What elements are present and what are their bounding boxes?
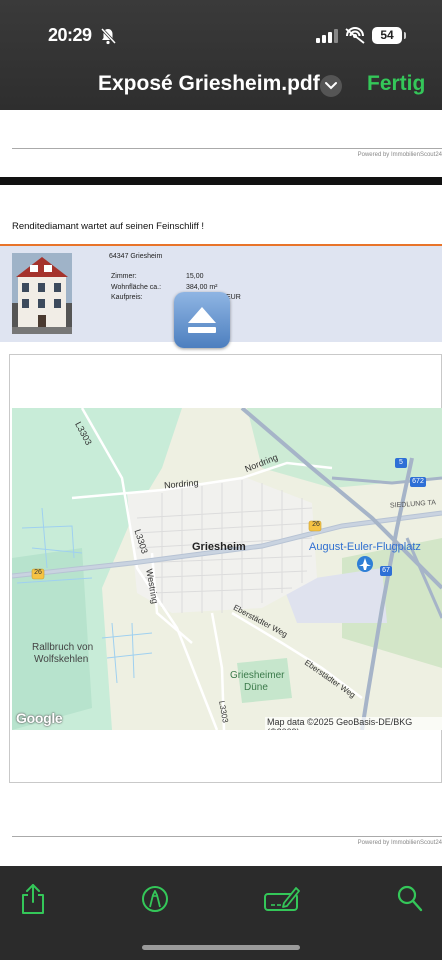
search-icon[interactable] bbox=[397, 885, 423, 913]
map-road-26-west: 26 bbox=[34, 569, 42, 576]
eject-icon bbox=[188, 307, 216, 333]
bell-slash-icon bbox=[100, 27, 116, 45]
map-road-672: 672 bbox=[412, 478, 424, 485]
page-footer-line bbox=[12, 836, 442, 837]
price-label: Kaufpreis: bbox=[111, 294, 143, 301]
chevron-down-icon bbox=[325, 82, 337, 90]
markup-icon[interactable] bbox=[141, 885, 169, 913]
cellular-signal-icon bbox=[316, 29, 338, 43]
listing-address: 64347 Griesheim bbox=[109, 253, 163, 260]
personal-hotspot-icon bbox=[345, 27, 365, 44]
map-label-rallbruch-line1: Rallbruch von bbox=[32, 642, 94, 653]
top-bar: 20:29 54 Exposé Griesheim.pdf Fertig bbox=[0, 0, 442, 110]
page-separator bbox=[0, 177, 442, 185]
map-road-5: 5 bbox=[399, 459, 403, 466]
map-label-dune-line1: Griesheimer bbox=[230, 670, 285, 681]
map-label-rallbruch-line2: Wolfskehlen bbox=[34, 654, 89, 665]
page-footer-line bbox=[12, 148, 442, 149]
map-label-airport: August-Euler-Flugplatz bbox=[309, 541, 421, 553]
map-label-dune-line2: Düne bbox=[244, 682, 268, 693]
living-area-value: 384,00 m² bbox=[186, 284, 218, 291]
powered-by-text: Powered by ImmobilienScout24 bbox=[357, 152, 442, 158]
living-area-label: Wohnfläche ca.: bbox=[111, 284, 162, 291]
map-road-67: 67 bbox=[382, 567, 390, 574]
map-road-26-east: 26 bbox=[312, 521, 320, 528]
map-graphic bbox=[12, 408, 442, 730]
location-map[interactable]: L3303 Nordring Nordring L3303 Westring G… bbox=[12, 408, 442, 730]
rooms-value: 15,00 bbox=[186, 273, 204, 280]
title-menu-button[interactable] bbox=[320, 75, 342, 97]
document-title[interactable]: Exposé Griesheim.pdf bbox=[98, 72, 320, 96]
house-photo bbox=[12, 253, 72, 334]
map-label-griesheim: Griesheim bbox=[192, 541, 246, 553]
map-credit: Map data ©2025 GeoBasis-DE/BKG (©2009) bbox=[265, 717, 442, 730]
share-icon[interactable] bbox=[19, 883, 47, 915]
google-logo: Google bbox=[16, 710, 63, 726]
rooms-label: Zimmer: bbox=[111, 273, 137, 280]
powered-by-text: Powered by ImmobilienScout24 bbox=[357, 840, 442, 846]
home-indicator[interactable] bbox=[142, 945, 300, 950]
done-button[interactable]: Fertig bbox=[367, 72, 425, 96]
battery-indicator: 54 bbox=[372, 27, 406, 44]
listing-title: Renditediamant wartet auf seinen Feinsch… bbox=[12, 221, 205, 232]
status-time: 20:29 bbox=[48, 25, 92, 45]
signature-icon[interactable] bbox=[263, 885, 301, 913]
eject-button[interactable] bbox=[174, 292, 230, 348]
